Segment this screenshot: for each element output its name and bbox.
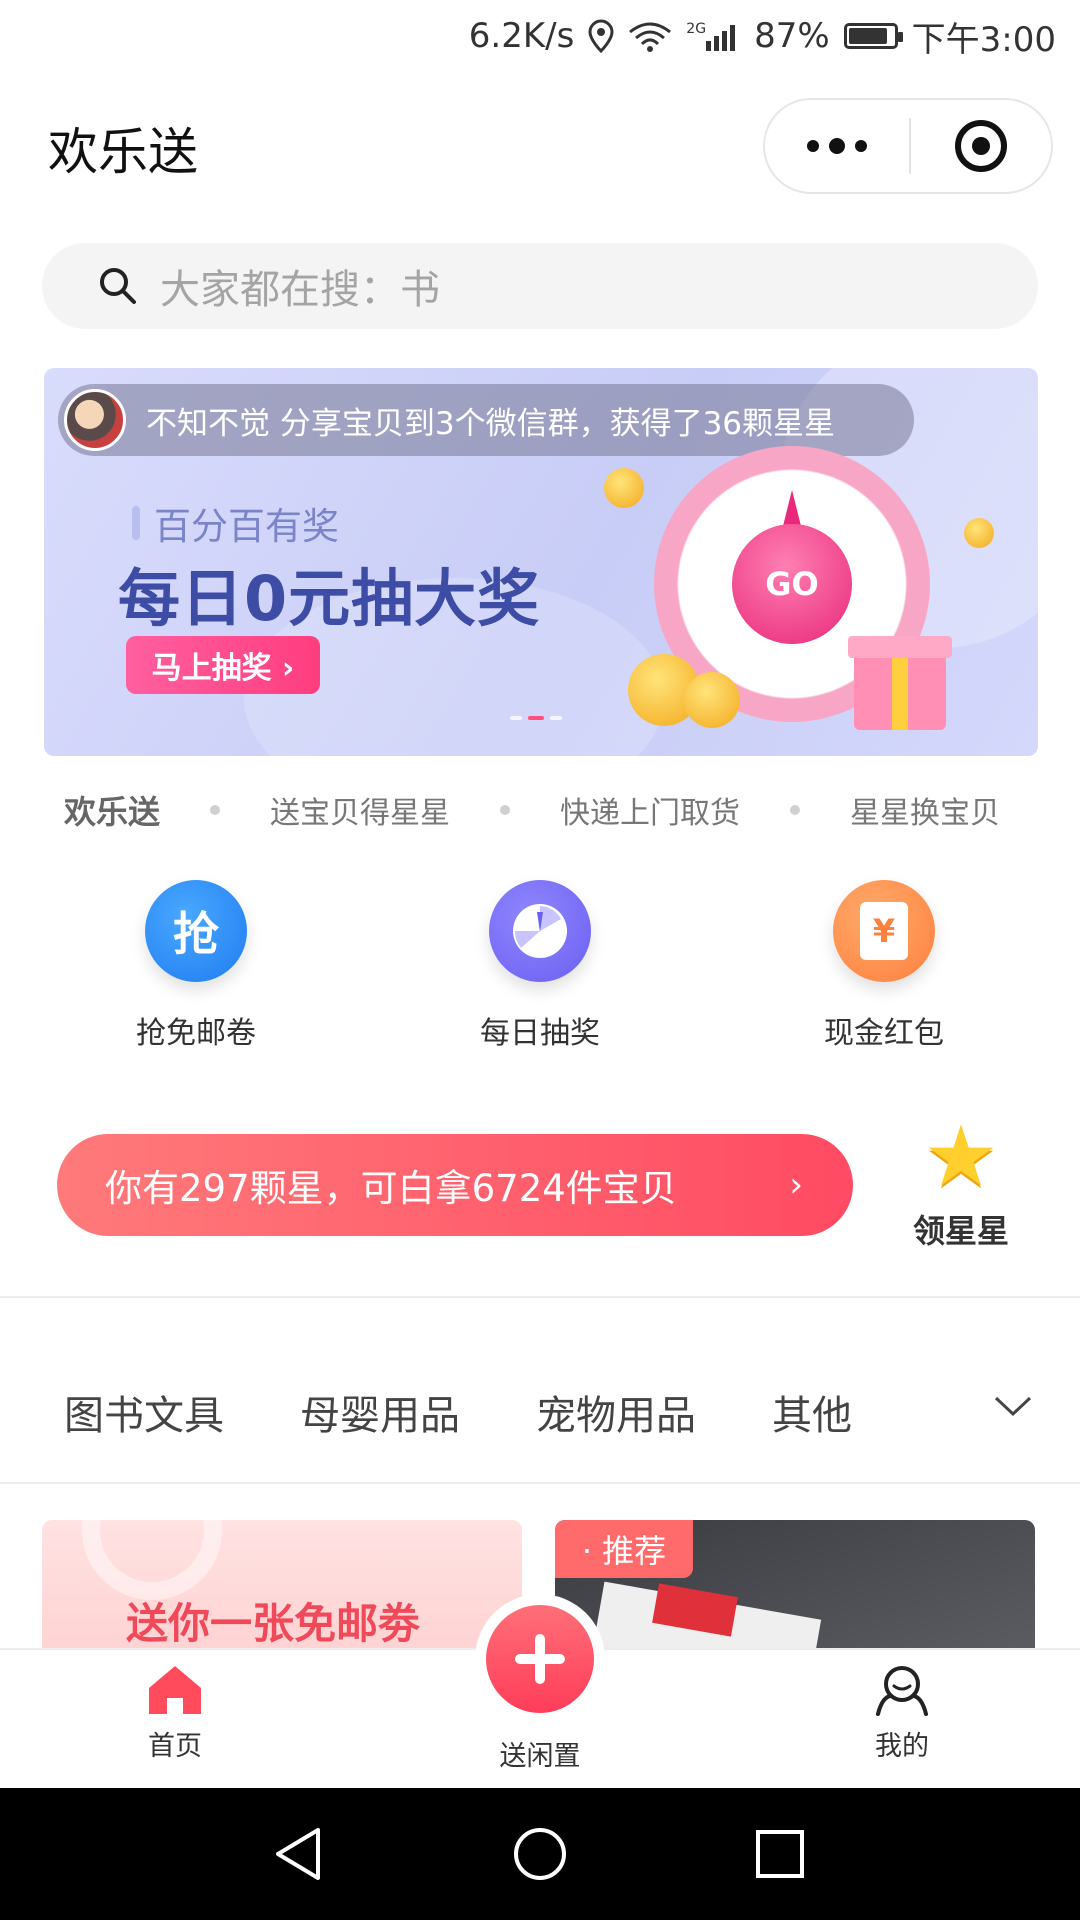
close-program-button[interactable] [911,100,1051,192]
shortcut-label: 每日抽奖 [480,1016,600,1051]
clock: 下午3:00 [911,19,1056,60]
coin-icon [684,672,740,728]
more-dot-icon [829,138,845,154]
section-divider [0,1296,1080,1298]
feature-item: 送宝贝得星星 [270,796,451,831]
lottery-banner[interactable]: 不知不觉 分享宝贝到3个微信群，获得了36颗星星 百分百有奖 每日0元抽大奖 马… [44,368,1038,756]
search-bar[interactable]: 大家都在搜：书 [42,243,1038,329]
draw-now-button[interactable]: 马上抽奖 › [126,636,320,694]
category-tab[interactable]: 其他 [772,1383,852,1441]
user-icon [876,1666,928,1716]
wifi-icon [628,20,672,52]
red-envelope-icon: ¥ [833,880,935,982]
carousel-dot [510,716,522,720]
free-shipping-card[interactable]: 送你一张免邮劵 [42,1520,522,1650]
stars-balance-text: 你有297颗星，可白拿6724件宝贝 [105,1167,677,1210]
bottom-tab-bar: 首页 送闲置 我的 [0,1594,1080,1788]
bullet-icon [210,805,221,815]
tab-me[interactable]: 我的 [822,1664,982,1763]
feature-strip: 欢乐送 送宝贝得星星 快递上门取货 星星换宝贝 [64,788,1024,832]
target-icon [955,120,1007,172]
shortcut-daily-lottery[interactable]: 每日抽奖 [368,880,712,1052]
status-bar: 6.2K/s 2G 87% 下午3:00 [0,0,1080,72]
feature-item: 快递上门取货 [560,796,741,831]
tab-label: 送闲置 [499,1741,581,1772]
shortcut-label: 现金红包 [824,1016,944,1051]
post-button[interactable] [475,1594,605,1724]
category-tab[interactable]: 宠物用品 [536,1383,696,1441]
feature-brand: 欢乐送 [64,793,161,831]
chevron-down-icon[interactable] [992,1386,1034,1428]
stars-balance-banner[interactable]: 你有297颗星，可白拿6724件宝贝 › [57,1134,853,1236]
shortcut-cash-red-envelope[interactable]: ¥ 现金红包 [712,880,1056,1052]
search-icon [100,268,136,304]
system-navigation-bar [0,1788,1080,1920]
banner-title: 每日0元抽大奖 [118,562,541,635]
section-divider [0,1482,1080,1484]
signal-icon: 2G [686,21,740,51]
lottery-wheel-icon [489,880,591,982]
carousel-dot [550,716,562,720]
tab-home[interactable]: 首页 [95,1664,255,1763]
card-title: 送你一张免邮劵 [126,1599,421,1648]
avatar [64,389,126,451]
go-button[interactable]: GO [732,524,852,644]
capsule-menu [763,98,1053,194]
back-icon[interactable] [268,1822,332,1886]
get-stars-button[interactable]: ★ 领星星 [896,1114,1026,1252]
page-title: 欢乐送 [48,123,198,181]
more-dot-icon [807,140,819,152]
notice-text: 不知不觉 分享宝贝到3个微信群，获得了36颗星星 [146,405,836,442]
get-stars-label: 领星星 [912,1212,1009,1250]
more-button[interactable] [765,100,909,192]
recommend-badge: · 推荐 [555,1520,693,1578]
home-circle-icon[interactable] [508,1822,572,1886]
envelope-glyph: ¥ [860,902,908,960]
location-icon [588,19,614,53]
shortcut-grid: 抢 抢免邮卷 每日抽奖 ¥ 现金红包 [0,880,1080,1052]
chevron-right-icon: › [789,1165,803,1205]
shortcut-free-shipping-coupon[interactable]: 抢 抢免邮卷 [24,880,368,1052]
tab-post-item[interactable]: 送闲置 [460,1594,620,1773]
tab-label: 首页 [148,1731,202,1762]
bullet-icon [790,805,801,815]
battery-percent: 87% [754,16,830,56]
network-speed: 6.2K/s [468,16,575,56]
category-tab[interactable]: 母婴用品 [300,1383,460,1441]
card-decoration [82,1520,222,1600]
coin-icon [604,468,644,508]
gift-box-icon [848,636,952,730]
network-type: 2G [686,21,707,37]
home-icon [149,1666,201,1714]
more-dot-icon [855,140,867,152]
mini-program-header: 欢乐送 [0,92,1080,202]
recents-icon[interactable] [748,1822,812,1886]
plus-icon [486,1605,594,1713]
category-tabs: 图书文具 母婴用品 宠物用品 其他 [64,1382,1024,1442]
battery-icon [843,23,903,49]
carousel-indicator [510,716,562,720]
shortcut-label: 抢免邮卷 [136,1016,256,1051]
star-icon: ★ [923,1107,999,1205]
banner-subtitle: 百分百有奖 [132,496,339,550]
bullet-icon [500,805,511,815]
search-placeholder: 大家都在搜：书 [160,267,440,313]
carousel-dot-active [528,716,544,720]
tab-label: 我的 [875,1731,929,1762]
category-tab[interactable]: 图书文具 [64,1383,224,1441]
coin-icon [964,518,994,548]
feature-item: 星星换宝贝 [850,796,1001,831]
grab-icon: 抢 [145,880,247,982]
product-card[interactable]: · 推荐 [555,1520,1035,1650]
